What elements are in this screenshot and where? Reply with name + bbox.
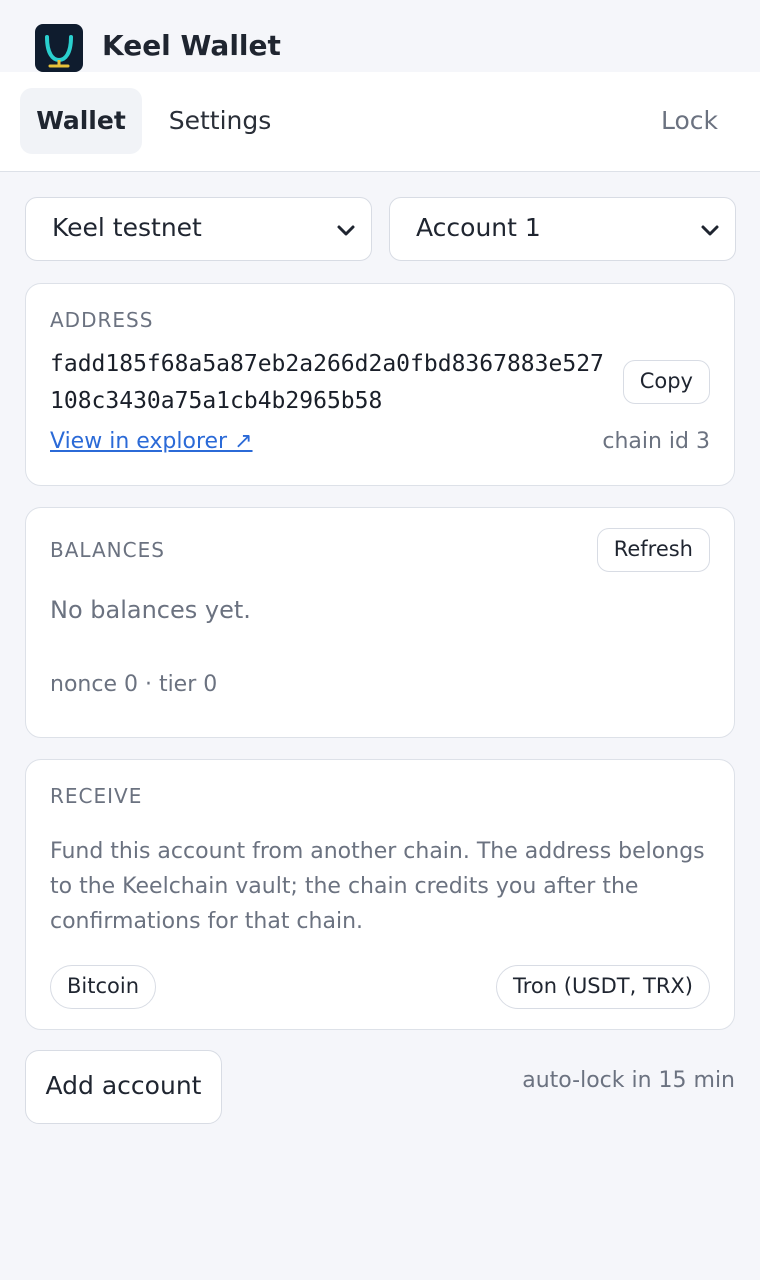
tab-settings[interactable]: Settings [158, 88, 282, 154]
app-title: Keel Wallet [102, 29, 281, 62]
chevron-down-icon [337, 225, 355, 236]
account-select[interactable]: Account 1 [389, 197, 736, 261]
network-select-value: Keel testnet [52, 213, 202, 242]
network-select[interactable]: Keel testnet [25, 197, 372, 261]
main-nav: Wallet Settings Lock [0, 72, 760, 172]
empty-balances-text: No balances yet. [50, 596, 251, 624]
refresh-button[interactable]: Refresh [596, 528, 710, 572]
balances-card: BALANCES Refresh No balances yet. nonce … [25, 507, 735, 738]
lock-button[interactable]: Lock [661, 88, 718, 154]
nonce-tier-text: nonce 0 · tier 0 [50, 672, 218, 697]
account-select-value: Account 1 [416, 213, 541, 242]
address-card: ADDRESS fadd185f68a5a87eb2a266d2a0fbd836… [25, 283, 735, 486]
address-value: fadd185f68a5a87eb2a266d2a0fbd8367883e527… [50, 351, 604, 414]
receive-description: Fund this account from another chain. Th… [50, 839, 705, 934]
receive-card: RECEIVE Fund this account from another c… [25, 759, 735, 1030]
receive-label: RECEIVE [50, 784, 143, 808]
balances-label: BALANCES [50, 538, 165, 562]
keel-logo-icon [35, 24, 83, 72]
chain-bitcoin-button[interactable]: Bitcoin [50, 965, 157, 1009]
copy-button[interactable]: Copy [622, 360, 710, 404]
chain-id-text: chain id 3 [602, 429, 710, 454]
view-in-explorer-link[interactable]: View in explorer ↗ [50, 429, 253, 454]
address-label: ADDRESS [50, 308, 154, 332]
chevron-down-icon [701, 225, 719, 236]
add-account-button[interactable]: Add account [25, 1050, 222, 1124]
chain-tron-button[interactable]: Tron (USDT, TRX) [496, 965, 710, 1009]
app-header: Keel Wallet [0, 0, 760, 72]
tab-wallet[interactable]: Wallet [20, 88, 142, 154]
autolock-text: auto-lock in 15 min [522, 1068, 735, 1093]
